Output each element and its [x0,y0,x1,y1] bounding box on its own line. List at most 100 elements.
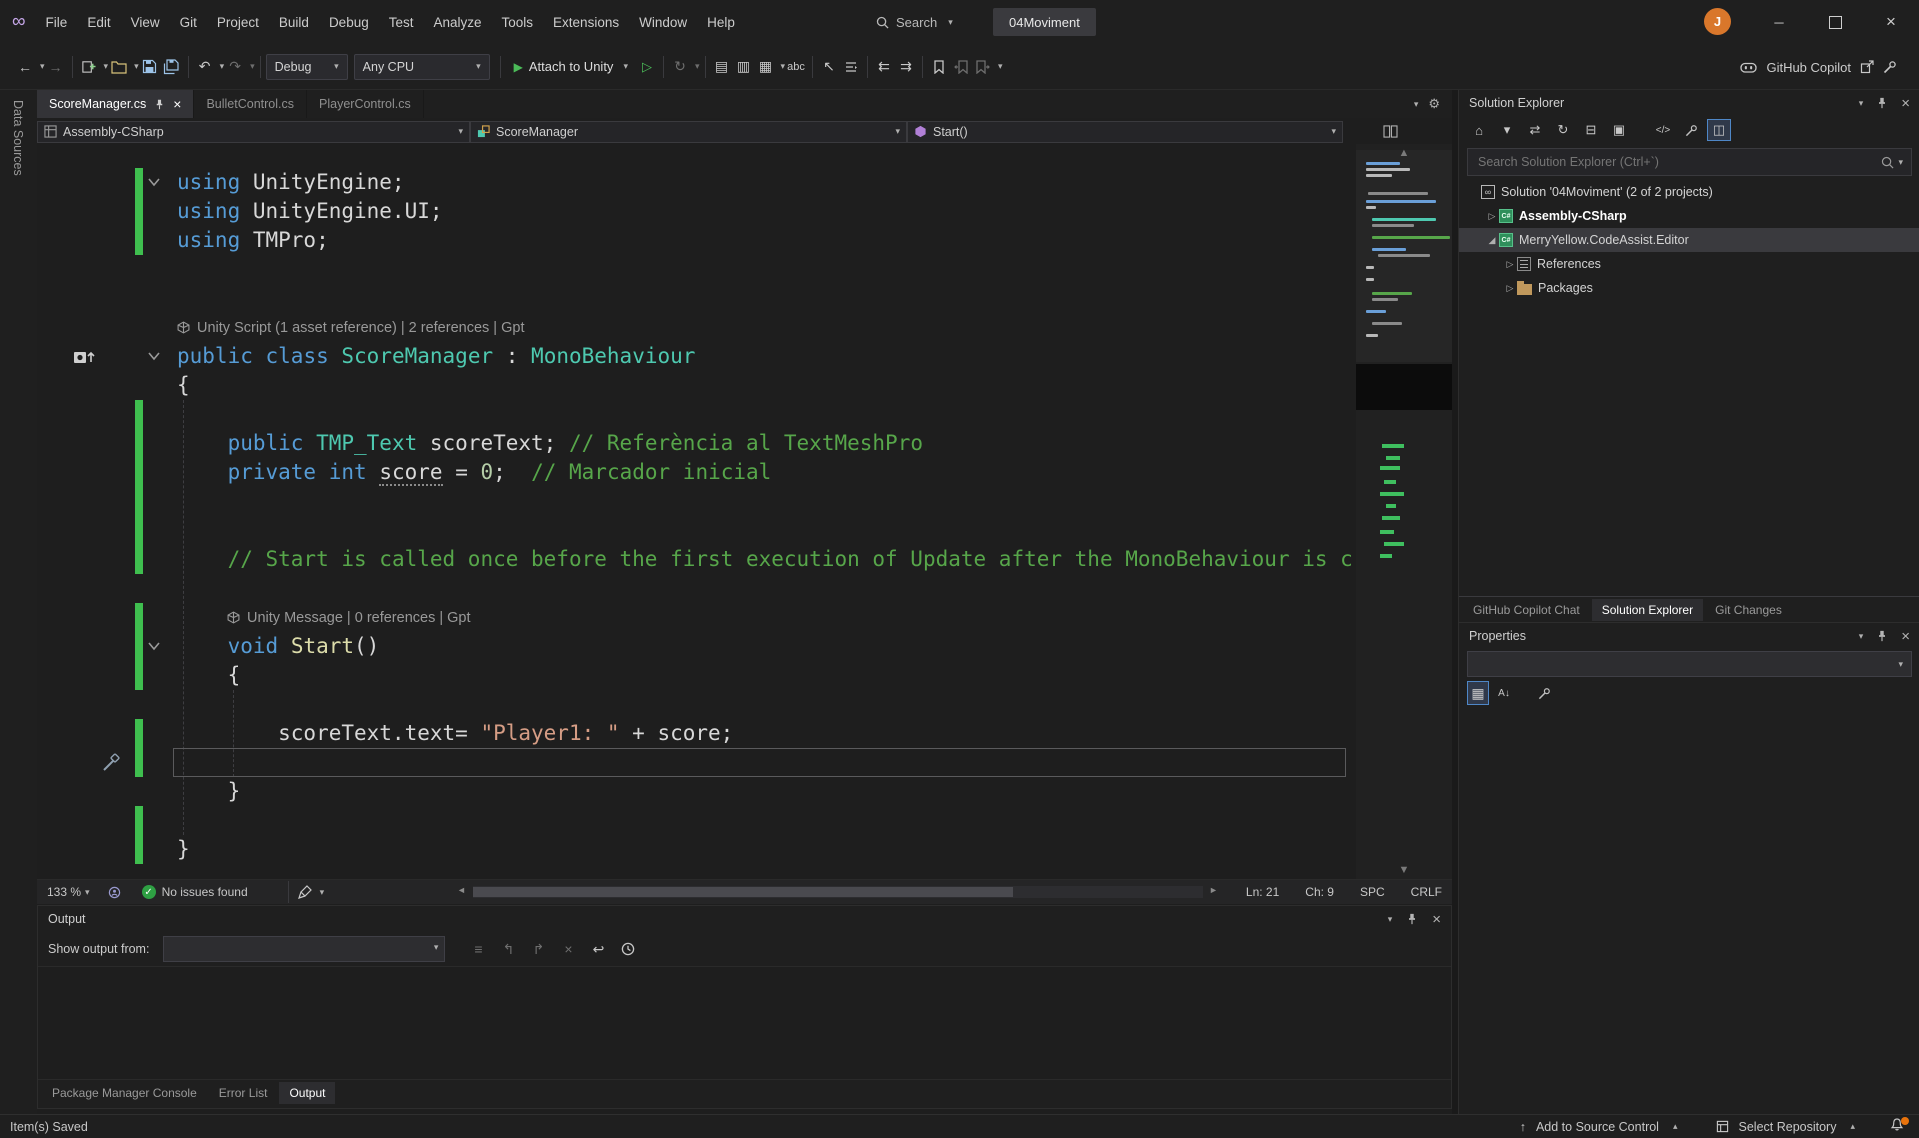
menu-item-tools[interactable]: Tools [492,0,544,44]
data-sources-tab[interactable]: Data Sources [11,100,25,176]
member-dropdown[interactable]: Start()▾ [907,121,1343,143]
menu-item-test[interactable]: Test [379,0,424,44]
pending-changes-filter-icon[interactable]: ▾ [1495,119,1519,141]
panel-tab-package-manager-console[interactable]: Package Manager Console [42,1082,207,1104]
next-bookmark-icon[interactable] [972,55,994,79]
tool-tab-git-changes[interactable]: Git Changes [1705,599,1792,621]
select-repository-button[interactable]: Select Repository [1739,1120,1837,1134]
previous-bookmark-icon[interactable] [950,55,972,79]
toggle-bookmark-icon[interactable] [928,55,950,79]
notifications-button[interactable] [1889,1117,1909,1137]
outdent-icon[interactable]: ⇇ [873,55,895,79]
menu-item-window[interactable]: Window [629,0,697,44]
word-wrap-icon[interactable]: ↩ [587,937,609,961]
document-tab[interactable]: PlayerControl.cs [307,90,424,118]
tree-expanded-icon[interactable]: ◢ [1485,235,1499,246]
minimize-button[interactable]: ─ [1751,0,1807,44]
quick-info-icon[interactable]: ▦ [755,55,777,79]
menu-item-build[interactable]: Build [269,0,319,44]
tool-tab-solution-explorer[interactable]: Solution Explorer [1592,599,1703,621]
output-source-combobox[interactable]: ▾ [163,936,445,962]
avatar[interactable]: J [1704,8,1731,35]
add-to-source-control-button[interactable]: Add to Source Control [1536,1120,1659,1134]
menu-item-git[interactable]: Git [170,0,207,44]
next-message-icon[interactable]: ↱ [527,937,549,961]
pin-icon[interactable] [1406,913,1418,925]
properties-tool-icon[interactable] [1679,119,1703,141]
code-line[interactable]: { [37,371,1452,400]
output-window-menu-icon[interactable]: ▾ [1388,914,1393,925]
menu-item-help[interactable]: Help [697,0,745,44]
code-line[interactable]: void Start() [37,632,1452,661]
property-pages-icon[interactable] [1533,681,1555,705]
menu-item-debug[interactable]: Debug [319,0,379,44]
minimap-scrollbar[interactable]: ▲ ▼ [1356,144,1452,879]
clear-all-icon[interactable]: × [557,937,579,961]
codelens-indicator[interactable]: Unity Message | 0 references | Gpt [227,603,471,632]
hscroll-left-icon[interactable]: ◄ [457,885,466,895]
copilot-settings-icon[interactable] [1883,60,1897,74]
search-control[interactable]: Search ▾ [876,8,953,36]
solution-search-input[interactable] [1476,154,1881,170]
hot-reload-icon[interactable]: ↻ [669,55,691,79]
tab-settings-gear-icon[interactable]: ⚙ [1428,96,1440,112]
spell-checker-icon[interactable]: abc [785,55,807,79]
zoom-dropdown-icon[interactable]: ▾ [85,887,90,898]
code-editor[interactable]: using UnityEngine;using UnityEngine.UI;u… [37,144,1452,879]
code-line[interactable]: using TMPro; [37,226,1452,255]
source-control-menu-icon[interactable]: ▴ [1673,1121,1678,1132]
code-line[interactable]: // Start is called once before the first… [37,545,1452,574]
indent-icon[interactable]: ⇉ [895,55,917,79]
menu-item-analyze[interactable]: Analyze [424,0,492,44]
close-icon[interactable]: × [1901,95,1910,112]
goto-message-icon[interactable]: ≡ [467,937,489,961]
tree-item[interactable]: ▷References [1459,252,1919,276]
split-editor-icon[interactable] [1383,125,1398,138]
code-line[interactable]: using UnityEngine.UI; [37,197,1452,226]
navigate-backward-icon[interactable]: ← [14,55,36,79]
eol-indicator[interactable]: CRLF [1411,885,1442,899]
close-icon[interactable]: × [1901,628,1910,645]
alphabetical-view-icon[interactable]: A↓ [1493,681,1515,705]
tree-item[interactable]: ◢C#MerryYellow.CodeAssist.Editor [1459,228,1919,252]
output-content[interactable] [38,966,1451,1080]
hot-reload-menu-icon[interactable]: ▾ [695,61,700,72]
live-share-icon[interactable] [104,880,126,904]
code-line[interactable]: private int score = 0; // Marcador inici… [37,458,1452,487]
zoom-level[interactable]: 133 % [47,885,81,899]
scroll-down-icon[interactable]: ▼ [1356,864,1452,876]
document-tab[interactable]: BulletControl.cs [194,90,307,118]
horizontal-scrollbar[interactable] [473,886,1203,898]
save-icon[interactable] [139,55,161,79]
menu-item-project[interactable]: Project [207,0,269,44]
tree-item[interactable]: ∞Solution '04Moviment' (2 of 2 projects) [1459,180,1919,204]
code-line[interactable]: } [37,777,1452,806]
tree-collapsed-icon[interactable]: ▷ [1503,259,1517,270]
start-without-debugging-icon[interactable]: ▷ [636,55,658,79]
code-line[interactable]: { [37,661,1452,690]
new-project-icon[interactable] [78,55,100,79]
preview-selected-items-icon[interactable]: ◫ [1707,119,1731,141]
type-dropdown[interactable]: ScoreManager▾ [470,121,907,143]
navigate-forward-icon[interactable]: → [45,55,67,79]
share-feedback-icon[interactable] [1860,60,1874,74]
scroll-up-icon[interactable]: ▲ [1356,147,1452,159]
close-icon[interactable]: × [1432,911,1441,928]
menu-item-file[interactable]: File [36,0,78,44]
document-tab[interactable]: ScoreManager.cs× [37,90,194,118]
menu-item-extensions[interactable]: Extensions [543,0,629,44]
tool-tab-github-copilot-chat[interactable]: GitHub Copilot Chat [1463,599,1590,621]
timestamp-icon[interactable] [617,937,639,961]
project-dropdown[interactable]: Assembly-CSharp▾ [37,121,470,143]
line-indicator[interactable]: Ln: 21 [1246,885,1279,899]
open-file-icon[interactable] [108,55,130,79]
attach-to-unity-button[interactable]: ▶ Attach to Unity ▾ [506,54,636,80]
line-transpose-icon[interactable] [840,55,862,79]
undo-icon[interactable]: ↶ [194,55,216,79]
tree-item[interactable]: ▷C#Assembly-CSharp [1459,204,1919,228]
repository-menu-icon[interactable]: ▴ [1850,1121,1855,1132]
code-line[interactable]: using UnityEngine; [37,168,1452,197]
menu-item-edit[interactable]: Edit [77,0,120,44]
panel-tab-output[interactable]: Output [279,1082,335,1104]
debug-target-combobox[interactable]: Debug▾ [266,54,348,80]
